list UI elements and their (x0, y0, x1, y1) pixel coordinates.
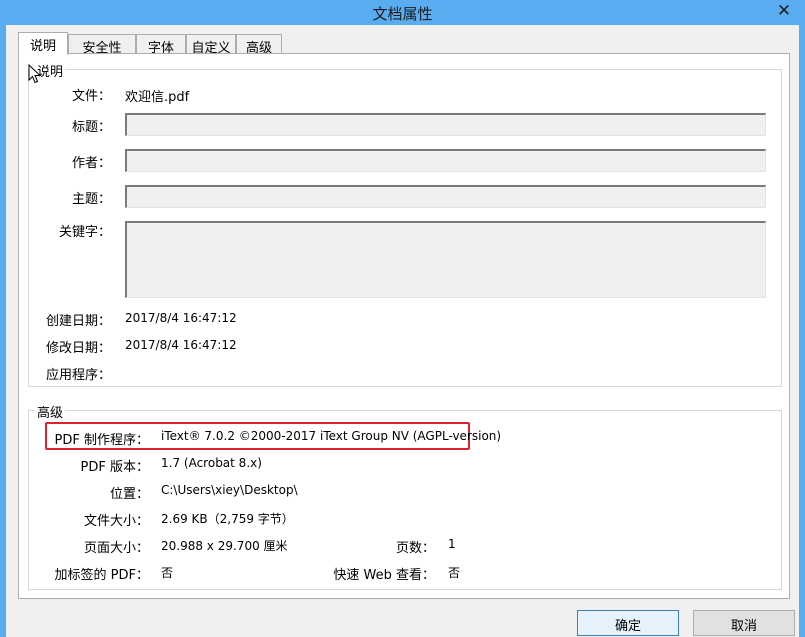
created-date-value: 2017/8/4 16:47:12 (125, 311, 237, 325)
window-title: 文档属性 (372, 5, 433, 23)
subject-field[interactable] (125, 185, 766, 208)
tab-custom[interactable]: 自定义 (186, 34, 236, 56)
page-size-label: 页面大小： (83, 541, 149, 556)
tagged-pdf-label: 加标签的 PDF： (54, 568, 149, 583)
keywords-field[interactable] (125, 221, 766, 298)
tab-security[interactable]: 安全性 (68, 34, 136, 56)
page-count-label: 页数： (395, 541, 435, 556)
pdf-version-value: 1.7 (Acrobat 8.x) (161, 456, 262, 470)
mouse-cursor-icon (28, 64, 42, 84)
author-label: 作者： (71, 156, 111, 171)
pdf-producer-value: iText® 7.0.2 ©2000-2017 iText Group NV (… (161, 429, 502, 443)
title-bar: 文档属性 ✕ (0, 0, 805, 25)
tab-description[interactable]: 说明 (18, 32, 68, 55)
tab-advanced[interactable]: 高级 (236, 34, 282, 56)
modified-date-label: 修改日期： (45, 341, 111, 356)
fast-web-view-value: 否 (448, 566, 461, 580)
advanced-group-title: 高级 (35, 402, 66, 421)
cancel-button[interactable]: 取消 (693, 610, 795, 636)
close-icon[interactable]: ✕ (769, 0, 799, 22)
keywords-label: 关键字： (58, 225, 111, 240)
file-size-value: 2.69 KB（2,759 字节） (161, 512, 294, 526)
location-label: 位置： (109, 487, 149, 502)
title-label: 标题： (71, 120, 111, 135)
page-size-value: 20.988 x 29.700 厘米 (161, 539, 288, 553)
window-frame-left (0, 25, 6, 637)
pdf-version-label: PDF 版本： (80, 460, 149, 475)
fast-web-view-label: 快速 Web 查看： (333, 568, 435, 583)
file-label: 文件： (71, 89, 111, 104)
page-count-value: 1 (448, 537, 456, 551)
pdf-producer-label: PDF 制作程序： (54, 433, 149, 448)
window-frame-right (799, 25, 805, 637)
modified-date-value: 2017/8/4 16:47:12 (125, 338, 237, 352)
title-field[interactable] (125, 113, 766, 136)
tab-panel: 说明 文件： 欢迎信.pdf 标题： 作者： 主题： 关键字： 创建日期： 20… (18, 53, 790, 599)
file-value: 欢迎信.pdf (125, 90, 190, 105)
location-value: C:\Users\xiey\Desktop\ (161, 483, 298, 497)
author-field[interactable] (125, 149, 766, 172)
tagged-pdf-value: 否 (161, 566, 174, 580)
application-label: 应用程序： (45, 368, 111, 383)
created-date-label: 创建日期： (45, 314, 111, 329)
file-size-label: 文件大小： (83, 514, 149, 529)
tab-fonts[interactable]: 字体 (136, 34, 186, 56)
ok-button[interactable]: 确定 (577, 610, 679, 636)
subject-label: 主题： (71, 192, 111, 207)
